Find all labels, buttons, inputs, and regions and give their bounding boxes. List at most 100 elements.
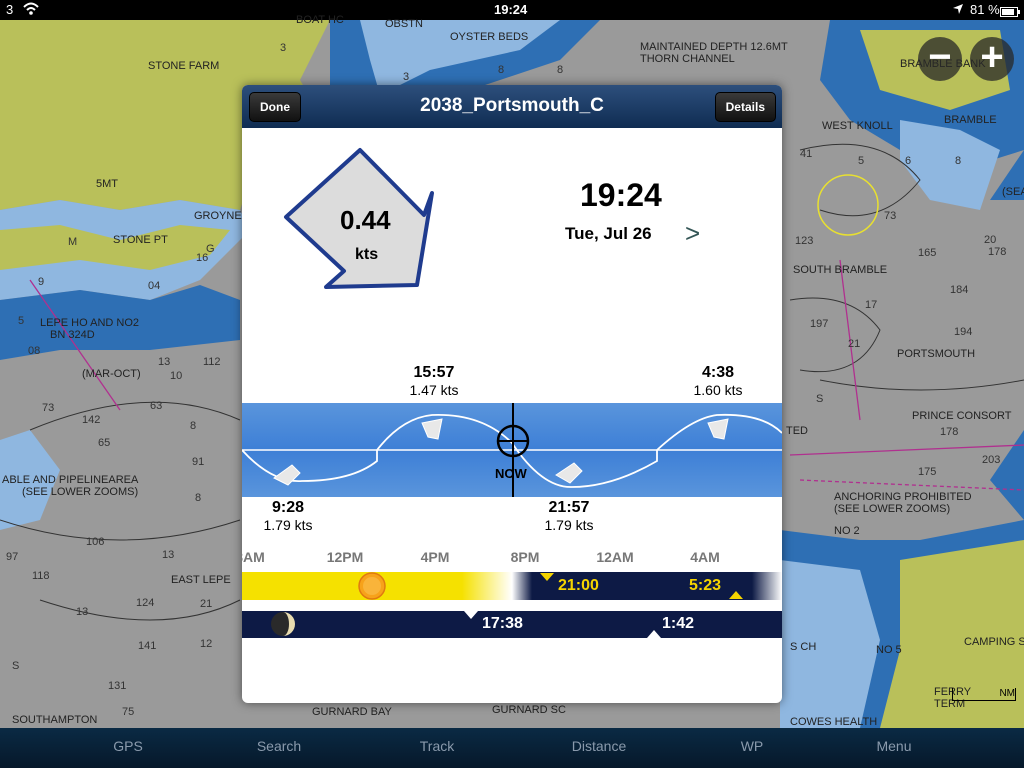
map-place-label: GURNARD BAY [312, 706, 392, 718]
map-place-label: EAST LEPE [171, 574, 231, 586]
peak-speed: 1.79 kts [544, 517, 594, 533]
hour-tick: 4PM [420, 549, 450, 565]
depth-sounding-label: 65 [98, 437, 111, 449]
map-place-label: CAMPING S [964, 636, 1024, 648]
depth-sounding-label: 04 [148, 280, 161, 292]
depth-sounding-label: 5 [858, 155, 865, 167]
depth-sounding-label: 142 [82, 414, 101, 426]
tab-track[interactable]: Track [420, 738, 454, 754]
tab-gps[interactable]: GPS [113, 738, 143, 754]
depth-sounding-label: 91 [192, 456, 205, 468]
peak-label-ebb-2: 21:57 1.79 kts [544, 499, 593, 533]
tab-distance[interactable]: Distance [572, 738, 626, 754]
tab-wp[interactable]: WP [741, 738, 764, 754]
peak-speed: 1.79 kts [263, 517, 313, 533]
depth-sounding-label: 75 [122, 706, 135, 718]
sunrise-marker-icon [729, 591, 743, 599]
map-place-label: COWES HEALTH [790, 716, 878, 728]
map-place-label: NO 2 [834, 525, 860, 537]
sunset-time: 21:00 [558, 577, 599, 594]
map-place-label: BN 324D [50, 329, 95, 341]
depth-sounding-label: 8 [195, 492, 202, 504]
tab-search[interactable]: Search [257, 738, 301, 754]
wifi-icon [22, 0, 40, 21]
map-place-label: STONE PT [113, 234, 168, 246]
map-place-label: PORTSMOUTH [897, 348, 976, 360]
clock: 19:24 [494, 2, 528, 17]
depth-sounding-label: 20 [984, 234, 997, 246]
depth-sounding-label: 73 [884, 210, 897, 222]
details-button[interactable]: Details [714, 92, 776, 122]
location-icon [952, 3, 964, 18]
sun-timeline-bar: 21:00 5:23 [242, 572, 782, 600]
depth-sounding-label: 123 [795, 235, 814, 247]
depth-sounding-label: 3 [280, 42, 287, 54]
depth-sounding-label: 178 [988, 246, 1007, 258]
moon-timeline-bar: 17:38 1:42 [242, 611, 782, 638]
depth-sounding-label: 17 [865, 299, 878, 311]
map-place-label: OBSTN [385, 18, 423, 30]
depth-sounding-label: 8 [955, 155, 962, 167]
depth-sounding-label: 13 [76, 606, 89, 618]
carrier-label: 3 [6, 2, 14, 17]
depth-sounding-label: 73 [42, 402, 55, 414]
depth-sounding-label: 203 [982, 454, 1001, 466]
map-place-label: GROYNE [194, 210, 242, 222]
hour-tick: 8AM [242, 549, 265, 565]
hour-tick: 12AM [596, 549, 634, 565]
map-place-label: STONE FARM [148, 60, 220, 72]
zoom-in-button[interactable]: + [970, 37, 1014, 81]
depth-sounding-label: 8 [498, 64, 505, 76]
station-title: 2038_Portsmouth_C [420, 95, 604, 116]
depth-sounding-label: 41 [800, 148, 813, 160]
depth-sounding-label: 8 [190, 420, 197, 432]
map-place-label: BRAMBLE [944, 114, 997, 126]
peak-time: 15:57 [413, 364, 455, 381]
tidal-current-graph[interactable] [242, 403, 782, 497]
depth-sounding-label: 16 [196, 252, 209, 264]
peak-speed: 1.60 kts [693, 382, 743, 398]
depth-sounding-label: 112 [203, 356, 221, 368]
sunrise-time: 5:23 [689, 577, 722, 594]
depth-sounding-label: 12 [200, 638, 213, 650]
moonrise-time: 17:38 [482, 615, 523, 632]
peak-time: 4:38 [701, 364, 735, 381]
status-bar: 3 19:24 81 % [0, 0, 1024, 20]
map-place-label: SOUTHAMPTON [12, 714, 98, 726]
depth-sounding-label: 106 [86, 536, 105, 548]
zoom-out-button[interactable]: − [918, 37, 962, 81]
map-place-label: LEPE HO AND NO2 [40, 317, 140, 329]
depth-sounding-label: 97 [6, 551, 19, 563]
depth-sounding-label: S [816, 393, 824, 405]
next-day-button[interactable]: > [685, 218, 700, 249]
depth-sounding-label: 13 [158, 356, 171, 368]
map-place-label: (MAR-OCT) [82, 368, 141, 380]
depth-sounding-label: 197 [810, 318, 829, 330]
depth-sounding-label: S [12, 660, 20, 672]
peak-label-flood-2: 4:38 1.60 kts [693, 364, 742, 398]
depth-sounding-label: 5 [18, 315, 25, 327]
moonrise-marker-icon [464, 611, 478, 619]
depth-sounding-label: 08 [28, 345, 41, 357]
map-place-label: TED [786, 425, 808, 437]
map-place-label: WEST KNOLL [822, 120, 893, 132]
map-place-label: MAINTAINED DEPTH 12.6MT [640, 41, 788, 53]
map-place-label: S CH [790, 641, 817, 653]
map-place-label: NO 5 [876, 644, 902, 656]
depth-sounding-label: 175 [918, 466, 937, 478]
panel-title-bar: 2038_Portsmouth_C Done Details [242, 85, 782, 128]
tab-menu[interactable]: Menu [876, 738, 911, 754]
map-place-label: THORN CHANNEL [640, 53, 735, 65]
map-place-label: ANCHORING PROHIBITED [834, 491, 972, 503]
current-speed-value: 0.44 [340, 205, 391, 235]
map-place-label: PRINCE CONSORT [912, 410, 1012, 422]
map-place-label: (SEE LOWER ZOOMS) [834, 503, 951, 515]
depth-sounding-label: 178 [940, 426, 959, 438]
depth-sounding-label: 9 [38, 276, 45, 288]
done-button[interactable]: Done [249, 92, 301, 122]
depth-sounding-label: M [68, 236, 78, 248]
map-place-label: ABLE AND PIPELINEAREA [2, 474, 139, 486]
current-speed-unit: kts [355, 246, 379, 263]
hour-tick: 8PM [510, 549, 540, 565]
scale-bar: NM [952, 688, 1016, 701]
